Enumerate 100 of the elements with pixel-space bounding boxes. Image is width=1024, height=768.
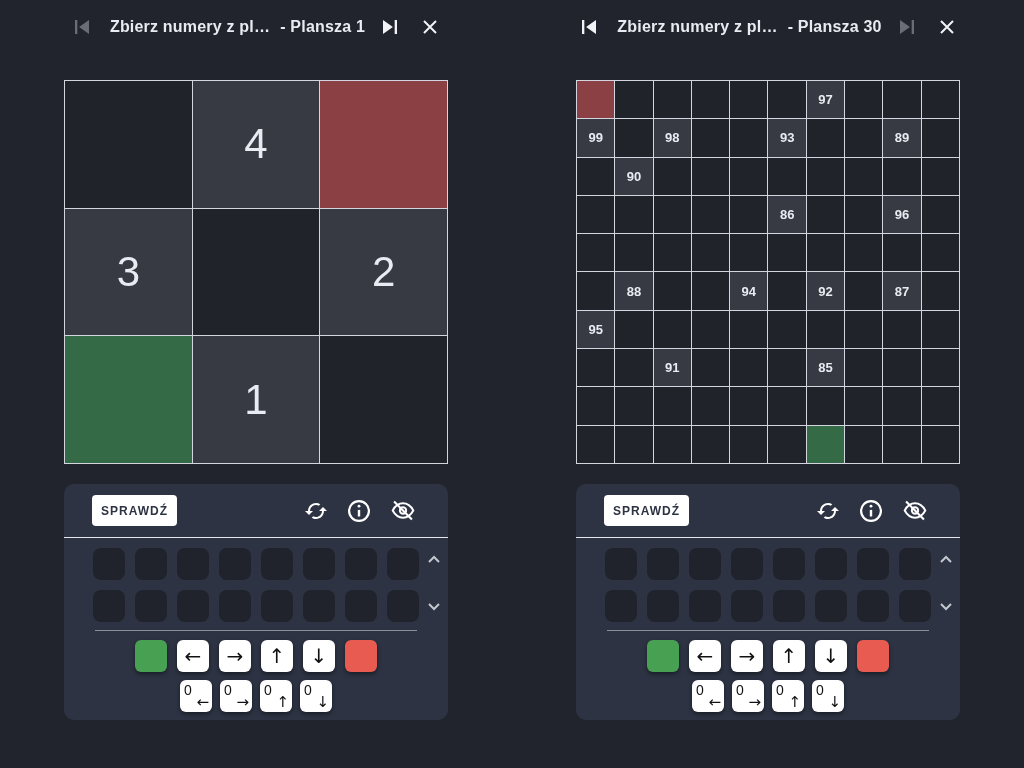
info-button[interactable] — [858, 497, 884, 524]
number-tile: 90 — [615, 157, 653, 195]
chevron-down-icon — [428, 603, 440, 611]
skip-next-icon — [899, 20, 914, 34]
scroll-down-button[interactable] — [426, 601, 442, 613]
command-slot[interactable] — [261, 548, 293, 580]
command-slot[interactable] — [135, 548, 167, 580]
number-tile: 92 — [806, 272, 845, 310]
arrow-button[interactable]: ← — [177, 640, 209, 672]
command-slot[interactable] — [899, 548, 931, 580]
command-slot[interactable] — [857, 590, 889, 622]
reset-button[interactable] — [815, 500, 841, 521]
command-slot[interactable] — [177, 548, 209, 580]
command-slot[interactable] — [605, 548, 637, 580]
zero-arrow-button[interactable]: 0 → — [220, 680, 252, 712]
command-slot[interactable] — [303, 590, 335, 622]
zero-arrow-button[interactable]: 0 ← — [180, 680, 212, 712]
zero-arrow-button[interactable]: 0 ↑ — [260, 680, 292, 712]
number-tile: 89 — [883, 119, 921, 157]
command-slot[interactable] — [689, 548, 721, 580]
scroll-down-button[interactable] — [938, 601, 954, 613]
scroll-up-button[interactable] — [938, 553, 954, 565]
number-tile: 99 — [577, 119, 615, 157]
board-number: - Plansza 30 — [787, 18, 882, 36]
board-title: Zbierz numery z pl… — [109, 18, 271, 36]
number-tile: 85 — [806, 349, 845, 387]
number-tile: 98 — [653, 119, 691, 157]
skip-previous-icon — [582, 20, 597, 34]
arrow-button[interactable]: → — [219, 640, 251, 672]
skip-next-icon — [383, 20, 398, 34]
check-button[interactable]: SPRAWDŹ — [604, 495, 689, 526]
color-swatch[interactable] — [135, 640, 167, 672]
number-tile: 87 — [883, 272, 921, 310]
command-slot[interactable] — [731, 590, 763, 622]
board-title: Zbierz numery z pl… — [617, 18, 778, 36]
info-icon — [860, 499, 882, 522]
command-slot[interactable] — [135, 590, 167, 622]
number-tile: 88 — [615, 272, 653, 310]
command-slot[interactable] — [345, 548, 377, 580]
zero-arrow-button[interactable]: 0 ↓ — [300, 680, 332, 712]
arrow-button[interactable]: ↑ — [261, 640, 293, 672]
number-tile: 91 — [653, 349, 691, 387]
command-slot[interactable] — [857, 548, 889, 580]
arrow-button[interactable]: ← — [689, 640, 721, 672]
command-slot[interactable] — [773, 548, 805, 580]
number-tile: 2 — [320, 208, 447, 336]
sync-icon — [305, 502, 327, 519]
number-tile: 4 — [192, 81, 320, 208]
command-slot[interactable] — [387, 548, 419, 580]
command-slot[interactable] — [387, 590, 419, 622]
arrow-button[interactable]: ↓ — [303, 640, 335, 672]
number-tile: 86 — [768, 195, 806, 234]
eye-off-icon — [903, 500, 927, 521]
number-tile: 97 — [806, 81, 845, 119]
command-slot[interactable] — [647, 590, 679, 622]
arrow-button[interactable]: ↑ — [773, 640, 805, 672]
command-slot[interactable] — [177, 590, 209, 622]
chevron-up-icon — [940, 555, 952, 563]
number-tile: 94 — [730, 272, 768, 310]
command-slot[interactable] — [345, 590, 377, 622]
command-slot[interactable] — [219, 548, 251, 580]
sync-icon — [817, 502, 839, 519]
command-slot[interactable] — [605, 590, 637, 622]
command-slot[interactable] — [93, 590, 125, 622]
command-slot[interactable] — [219, 590, 251, 622]
arrow-button[interactable]: → — [731, 640, 763, 672]
check-button[interactable]: SPRAWDŹ — [92, 495, 177, 526]
zero-arrow-button[interactable]: 0 → — [732, 680, 764, 712]
zero-arrow-button[interactable]: 0 ↓ — [812, 680, 844, 712]
color-swatch[interactable] — [857, 640, 889, 672]
board-number: - Plansza 1 — [280, 18, 366, 36]
command-slot[interactable] — [815, 548, 847, 580]
zero-arrow-button[interactable]: 0 ← — [692, 680, 724, 712]
number-tile: 96 — [883, 195, 921, 234]
command-slot[interactable] — [899, 590, 931, 622]
command-slot[interactable] — [815, 590, 847, 622]
command-slot[interactable] — [93, 548, 125, 580]
arrow-button[interactable]: ↓ — [815, 640, 847, 672]
color-swatch[interactable] — [647, 640, 679, 672]
command-slot[interactable] — [261, 590, 293, 622]
number-tile: 3 — [65, 208, 192, 336]
close-icon — [423, 20, 438, 34]
color-swatch[interactable] — [345, 640, 377, 672]
command-slot[interactable] — [731, 548, 763, 580]
info-icon — [348, 499, 370, 522]
command-slot[interactable] — [773, 590, 805, 622]
info-button[interactable] — [346, 497, 372, 524]
command-slot[interactable] — [647, 548, 679, 580]
command-slot[interactable] — [689, 590, 721, 622]
reset-button[interactable] — [303, 500, 329, 521]
number-tile: 93 — [768, 119, 806, 157]
command-slot[interactable] — [303, 548, 335, 580]
hide-button[interactable] — [901, 498, 929, 523]
skip-previous-icon — [74, 20, 89, 34]
number-tile: 95 — [577, 310, 615, 349]
eye-off-icon — [391, 500, 415, 521]
scroll-up-button[interactable] — [426, 553, 442, 565]
hide-button[interactable] — [389, 498, 417, 523]
chevron-up-icon — [428, 555, 440, 563]
zero-arrow-button[interactable]: 0 ↑ — [772, 680, 804, 712]
